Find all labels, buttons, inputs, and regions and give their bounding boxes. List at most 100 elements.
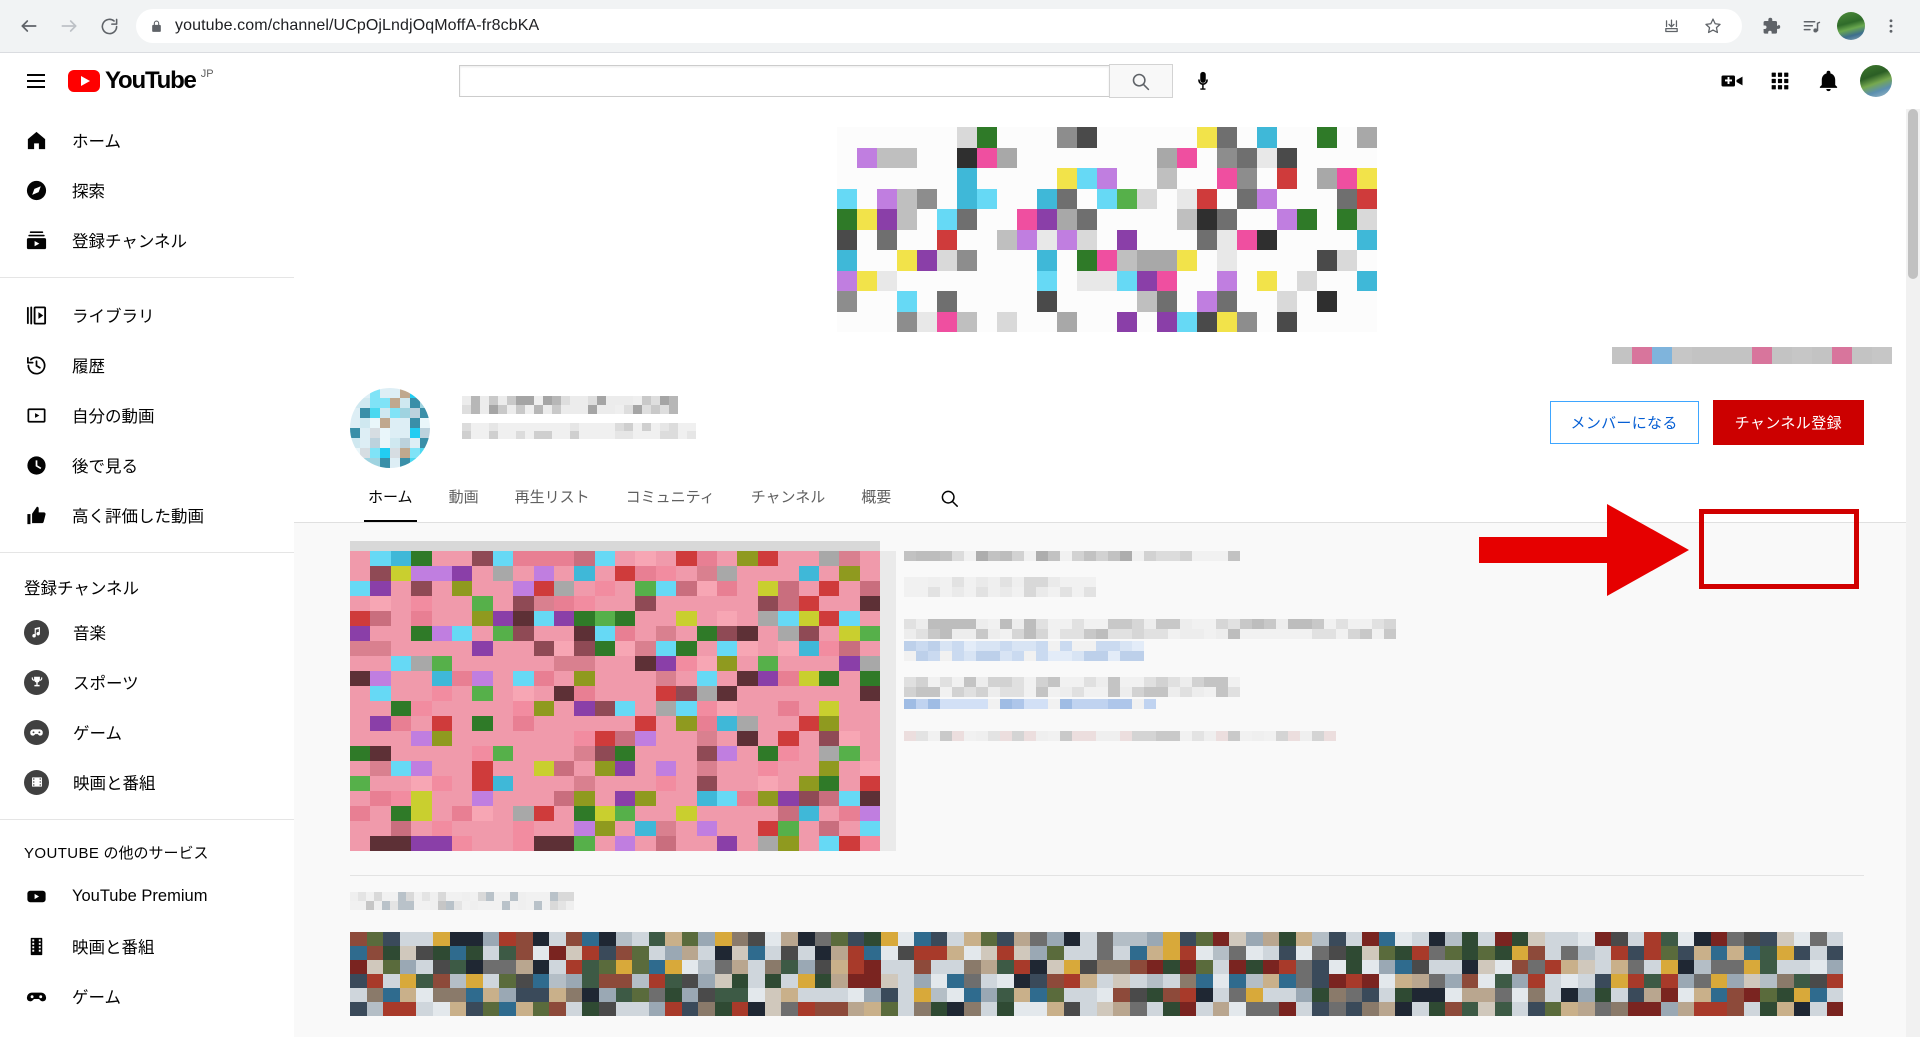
user-avatar[interactable] — [1860, 65, 1892, 97]
featured-video-description-link-blurred-2[interactable] — [904, 699, 1156, 709]
lock-icon — [150, 20, 163, 33]
tab-playlists[interactable]: 再生リスト — [497, 474, 608, 522]
youtube-logo[interactable]: YouTube JP — [68, 68, 214, 94]
install-app-icon[interactable] — [1656, 11, 1686, 41]
browser-toolbar: youtube.com/channel/UCpOjLndjOqMoffA-fr8… — [0, 0, 1920, 53]
apps-grid-icon[interactable] — [1760, 61, 1800, 101]
search-button[interactable] — [1108, 64, 1173, 98]
tab-home[interactable]: ホーム — [350, 474, 431, 522]
featured-video-thumbnail-blurred[interactable] — [350, 551, 880, 851]
sidebar-item-sports[interactable]: スポーツ — [0, 657, 294, 707]
compass-icon — [24, 178, 48, 202]
gamepad-icon — [24, 719, 49, 745]
sidebar-item-your-videos[interactable]: 自分の動画 — [0, 390, 294, 440]
sidebar-item-label: ゲーム — [73, 725, 123, 743]
microphone-icon[interactable] — [1183, 61, 1223, 101]
scrollbar-thumb[interactable] — [1908, 109, 1918, 279]
back-arrow-icon[interactable] — [10, 7, 48, 45]
sidebar-item-music[interactable]: 音楽 — [0, 607, 294, 657]
library-icon — [24, 303, 48, 327]
reload-icon[interactable] — [90, 7, 128, 45]
featured-video-section — [294, 523, 1920, 851]
tab-videos[interactable]: 動画 — [431, 474, 497, 522]
tab-community[interactable]: コミュニティ — [608, 474, 733, 522]
featured-video-meta-blurred — [904, 577, 1096, 597]
sidebar-item-label: 登録チャンネル — [72, 233, 188, 251]
sidebar-item-label: 音楽 — [73, 625, 106, 643]
sidebar-item-history[interactable]: 履歴 — [0, 340, 294, 390]
tab-channels[interactable]: チャンネル — [733, 474, 844, 522]
channel-search-icon[interactable] — [933, 482, 965, 514]
youtube-country-code: JP — [200, 68, 214, 80]
search-area — [458, 61, 1223, 101]
thumbs-up-icon — [24, 503, 48, 527]
music-note-icon — [24, 619, 49, 645]
search-input[interactable] — [471, 72, 1097, 90]
star-icon[interactable] — [1698, 11, 1728, 41]
sidebar-item-liked-videos[interactable]: 高く評価した動画 — [0, 490, 294, 540]
subscribe-button[interactable]: チャンネル登録 — [1712, 400, 1864, 445]
channel-banner[interactable] — [294, 109, 1920, 364]
three-dot-menu-icon[interactable] — [1872, 7, 1910, 45]
profile-avatar[interactable] — [1837, 12, 1865, 40]
sidebar-item-subscriptions[interactable]: 登録チャンネル — [0, 215, 294, 265]
sidebar-section-subscriptions-heading: 登録チャンネル — [24, 580, 140, 598]
more-heading-rest: の他のサービス — [99, 845, 209, 862]
sidebar-item-movies-shows[interactable]: 映画と番組 — [0, 757, 294, 807]
sidebar-item-movies-shows-more[interactable]: 映画と番組 — [0, 921, 294, 971]
sidebar-divider — [0, 819, 294, 820]
sidebar-item-library[interactable]: ライブラリ — [0, 290, 294, 340]
sidebar-item-explore[interactable]: 探索 — [0, 165, 294, 215]
sidebar-divider — [0, 552, 294, 553]
youtube-masthead: YouTube JP — [0, 53, 1920, 109]
film-strip-icon — [24, 934, 48, 958]
sidebar-item-label: 映画と番組 — [73, 775, 156, 793]
sidebar-item-home[interactable]: ホーム — [0, 115, 294, 165]
channel-actions: メンバーになる チャンネル登録 — [1549, 388, 1864, 445]
video-thumbnails-row-blurred[interactable] — [350, 932, 1844, 1016]
channel-avatar[interactable] — [350, 388, 430, 468]
address-bar[interactable]: youtube.com/channel/UCpOjLndjOqMoffA-fr8… — [136, 9, 1742, 43]
sidebar-item-gaming-more[interactable]: ゲーム — [0, 971, 294, 1021]
page-scrollbar[interactable] — [1906, 109, 1920, 1037]
gamepad-icon — [24, 984, 48, 1008]
sidebar-item-label: 映画と番組 — [72, 939, 155, 957]
featured-video-player[interactable] — [350, 541, 896, 851]
masthead-right-actions — [1712, 61, 1904, 101]
youtube-wordmark: YouTube — [105, 67, 197, 94]
forward-arrow-icon[interactable] — [50, 7, 88, 45]
sidebar-item-youtube-premium[interactable]: YouTube Premium — [0, 871, 294, 921]
tab-about[interactable]: 概要 — [843, 474, 909, 522]
channel-social-links-blurred[interactable] — [1612, 347, 1892, 364]
create-video-icon[interactable] — [1712, 61, 1752, 101]
sidebar-item-label: 自分の動画 — [72, 408, 155, 426]
bell-icon[interactable] — [1808, 61, 1848, 101]
channel-main: メンバーになる チャンネル登録 ホーム 動画 再生リスト コミュニティ チャンネ… — [294, 109, 1920, 1037]
sidebar-item-label: YouTube Premium — [72, 886, 208, 905]
sidebar-item-gaming[interactable]: ゲーム — [0, 707, 294, 757]
more-heading-caps: YOUTUBE — [24, 845, 100, 862]
sidebar-item-label: スポーツ — [73, 675, 139, 693]
sidebar-item-label: ホーム — [72, 133, 122, 151]
puzzle-piece-icon[interactable] — [1752, 7, 1790, 45]
channel-tabs: ホーム 動画 再生リスト コミュニティ チャンネル 概要 — [294, 474, 1920, 522]
watch-later-icon — [24, 453, 48, 477]
youtube-play-icon — [24, 884, 48, 908]
channel-banner-blurred-art — [837, 127, 1377, 332]
music-queue-icon[interactable] — [1792, 7, 1830, 45]
home-icon — [24, 128, 48, 152]
history-icon — [24, 353, 48, 377]
channel-header: メンバーになる チャンネル登録 ホーム 動画 再生リスト コミュニティ チャンネ… — [294, 364, 1920, 523]
featured-video-description-blurred — [904, 619, 1396, 639]
channel-meta — [462, 388, 1550, 439]
sidebar-item-watch-later[interactable]: 後で見る — [0, 440, 294, 490]
hamburger-menu-icon[interactable] — [16, 61, 56, 101]
search-box[interactable] — [458, 65, 1109, 97]
featured-video-description-link-blurred[interactable] — [904, 641, 1144, 661]
sidebar: ホーム 探索 登録チャンネル ライブラリ 履歴 自分の動画 後で見る 高く評価し… — [0, 109, 294, 1037]
featured-video-details — [904, 541, 1744, 851]
sidebar-item-label: 履歴 — [72, 358, 105, 376]
page-body: ホーム 探索 登録チャンネル ライブラリ 履歴 自分の動画 後で見る 高く評価し… — [0, 109, 1920, 1037]
featured-video-side-panel — [880, 551, 896, 851]
become-member-button[interactable]: メンバーになる — [1549, 401, 1699, 444]
